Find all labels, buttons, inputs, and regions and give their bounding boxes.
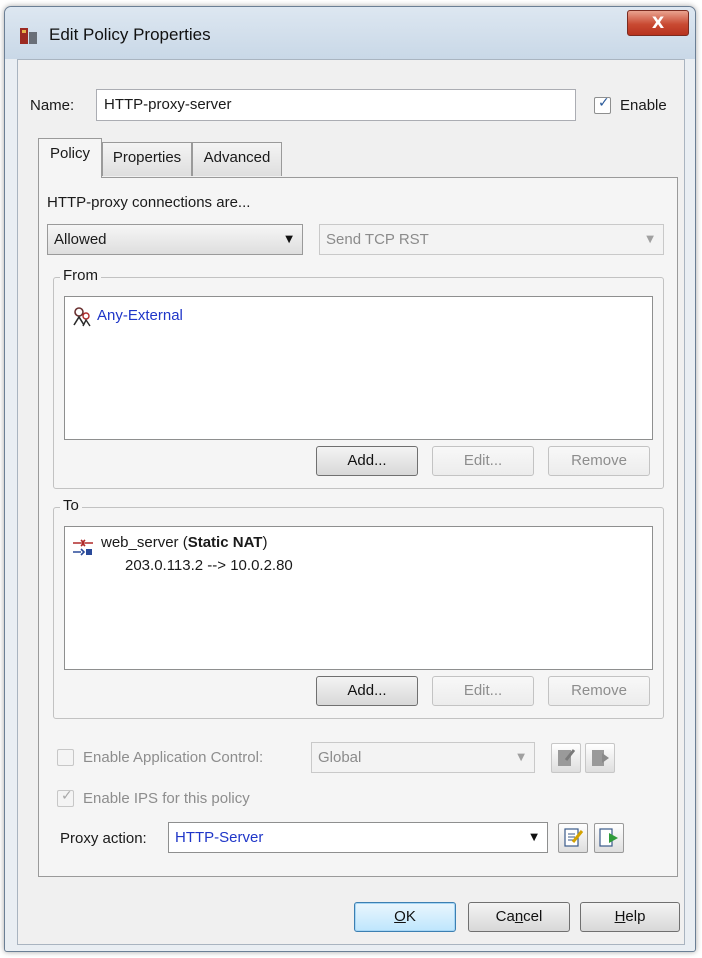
checkmark-icon: ✓ [598,95,610,111]
from-edit-button: Edit... [432,446,534,476]
policy-tab-panel: HTTP-proxy connections are... Allowed ▼ … [38,177,678,877]
connections-value: Allowed [54,231,107,248]
clone-icon [592,750,609,766]
close-icon: X [651,13,665,32]
from-item-name: Any-External [97,307,183,324]
name-label: Name: [30,97,75,114]
from-group: From Any-External Add... Edit... Remove [53,267,664,489]
chevron-down-icon: ▼ [646,234,654,245]
tab-policy[interactable]: Policy [38,138,102,178]
to-item-type-open: ( [178,534,188,551]
app-control-value: Global [318,749,362,766]
tab-advanced[interactable]: Advanced [192,142,282,176]
ok-button[interactable]: OK [354,902,456,932]
enable-checkbox[interactable]: ✓ [594,95,611,114]
from-remove-button: Remove [548,446,650,476]
chevron-down-icon: ▼ [285,234,293,245]
tcp-reset-value: Send TCP RST [326,231,429,248]
to-edit-button: Edit... [432,676,534,706]
to-list[interactable]: web_server (Static NAT) 203.0.113.2 --> … [64,526,653,670]
ips-checkbox: ✓ [57,788,74,807]
proxy-action-clone-button[interactable] [594,823,624,853]
any-external-icon [73,307,91,327]
app-control-checkbox [57,749,74,766]
connections-select[interactable]: Allowed ▼ [47,224,303,255]
proxy-action-value: HTTP-Server [175,829,264,846]
edit-icon [558,749,576,766]
from-group-title: From [60,267,101,284]
close-button[interactable]: X [627,10,689,36]
checkmark-icon: ✓ [61,788,73,804]
app-control-select: Global ▼ [311,742,535,773]
tab-properties[interactable]: Properties [102,142,192,176]
name-input[interactable]: HTTP-proxy-server [96,89,576,121]
clone-icon [599,828,618,847]
proxy-action-edit-button[interactable] [558,823,588,853]
to-item-type: Static NAT [187,534,263,551]
enable-label: Enable [620,97,667,114]
cancel-button[interactable]: Cancel [468,902,570,932]
to-group: To web_server (Static NAT) 203.0.113.2 -… [53,497,664,719]
list-item[interactable]: web_server (Static NAT) 203.0.113.2 --> … [71,533,471,577]
static-nat-icon [73,539,93,556]
to-group-title: To [60,497,82,514]
proxy-action-label: Proxy action: [60,830,147,847]
to-item-detail: 203.0.113.2 --> 10.0.2.80 [125,557,293,574]
to-item-name: web_server [101,534,179,551]
chevron-down-icon: ▼ [517,752,525,763]
to-item-type-close: ) [262,534,268,551]
edit-icon [564,828,584,847]
firebox-app-icon [20,28,37,44]
app-control-clone-button [585,743,615,773]
app-control-edit-button [551,743,581,773]
from-add-button[interactable]: Add... [316,446,418,476]
help-button[interactable]: Help [580,902,680,932]
connections-label: HTTP-proxy connections are... [47,194,251,211]
ips-label: Enable IPS for this policy [83,790,250,807]
window-title: Edit Policy Properties [49,25,211,44]
chevron-down-icon: ▼ [530,832,538,843]
to-remove-button: Remove [548,676,650,706]
app-control-label: Enable Application Control: [83,749,264,766]
tcp-reset-select: Send TCP RST ▼ [319,224,664,255]
dialog-window: Edit Policy Properties X Name: HTTP-prox… [4,6,696,952]
title-bar[interactable]: Edit Policy Properties X [5,7,695,59]
to-add-button[interactable]: Add... [316,676,418,706]
to-item-title: web_server (Static NAT) [101,534,267,551]
from-list[interactable]: Any-External [64,296,653,440]
proxy-action-select[interactable]: HTTP-Server ▼ [168,822,548,853]
dialog-body: Name: HTTP-proxy-server ✓ Enable Policy … [17,59,685,945]
